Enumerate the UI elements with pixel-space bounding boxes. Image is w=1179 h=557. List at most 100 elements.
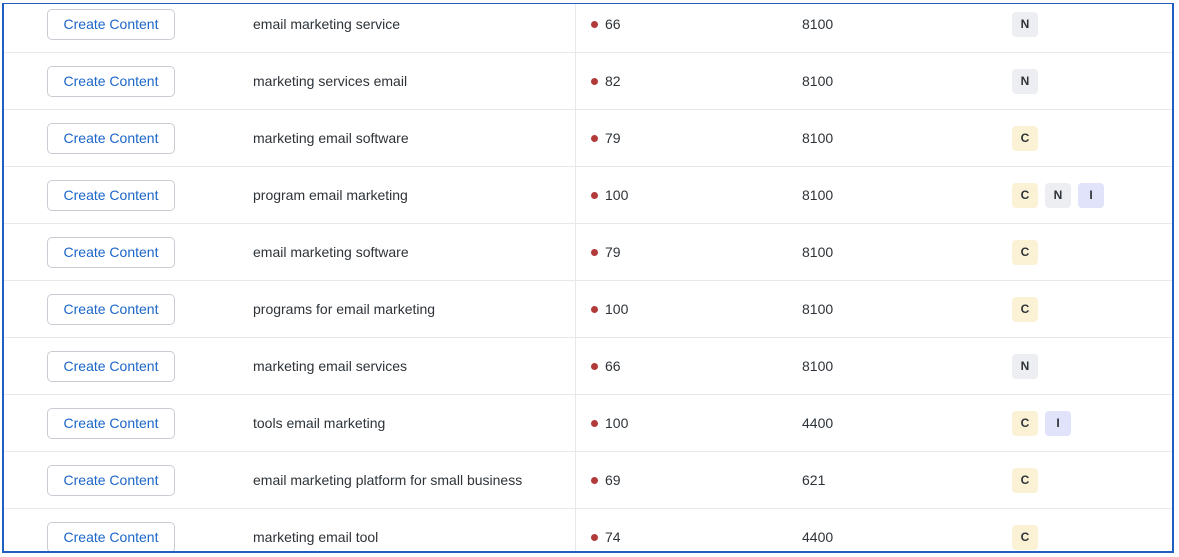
difficulty-dot-icon — [591, 21, 598, 28]
difficulty-dot-icon — [591, 363, 598, 370]
difficulty-dot-icon — [591, 135, 598, 142]
column-divider — [575, 110, 576, 166]
intent-badges: N — [1012, 12, 1038, 37]
create-content-button[interactable]: Create Content — [47, 123, 175, 154]
intent-badge: C — [1012, 525, 1038, 550]
create-content-button[interactable]: Create Content — [47, 408, 175, 439]
search-volume: 8100 — [802, 73, 834, 89]
intent-badges: C — [1012, 240, 1038, 265]
difficulty-value: 79 — [605, 130, 621, 146]
difficulty-value: 66 — [605, 358, 621, 374]
intent-badges: C — [1012, 126, 1038, 151]
keyword-difficulty: 79 — [591, 110, 621, 167]
search-volume: 4400 — [802, 415, 834, 431]
difficulty-value: 79 — [605, 244, 621, 260]
keyword-text: programs for email marketing — [253, 301, 436, 317]
column-divider — [575, 167, 576, 223]
table-row: Create Content marketing email tool 74 4400… — [4, 509, 1172, 551]
table-row: Create Content marketing email services 66… — [4, 338, 1172, 395]
intent-badge: N — [1012, 69, 1038, 94]
create-content-button[interactable]: Create Content — [47, 294, 175, 325]
search-volume: 8100 — [802, 16, 834, 32]
keyword-text: tools email marketing — [253, 415, 386, 431]
difficulty-dot-icon — [591, 534, 598, 541]
intent-badge: N — [1012, 354, 1038, 379]
column-divider — [575, 509, 576, 551]
table-row: Create Content program email marketing 100… — [4, 167, 1172, 224]
intent-badge: C — [1012, 183, 1038, 208]
search-volume: 621 — [802, 472, 826, 488]
search-volume: 8100 — [802, 358, 834, 374]
difficulty-dot-icon — [591, 78, 598, 85]
keyword-difficulty: 66 — [591, 4, 621, 53]
intent-badge: I — [1045, 411, 1071, 436]
intent-badges: C — [1012, 468, 1038, 493]
table-row: Create Content email marketing software 79… — [4, 224, 1172, 281]
search-volume: 4400 — [802, 529, 834, 545]
table-row: Create Content email marketing platform f… — [4, 452, 1172, 509]
table-row: Create Content email marketing service 66 8… — [4, 4, 1172, 53]
create-content-button[interactable]: Create Content — [47, 351, 175, 382]
difficulty-value: 82 — [605, 73, 621, 89]
intent-badge: C — [1012, 297, 1038, 322]
create-content-button[interactable]: Create Content — [47, 180, 175, 211]
intent-badges: C — [1012, 525, 1038, 550]
intent-badges: CNI — [1012, 183, 1104, 208]
keyword-difficulty: 74 — [591, 509, 621, 551]
difficulty-dot-icon — [591, 306, 598, 313]
search-volume: 8100 — [802, 130, 834, 146]
intent-badge: C — [1012, 411, 1038, 436]
column-divider — [575, 395, 576, 451]
keyword-difficulty: 100 — [591, 395, 628, 452]
search-volume: 8100 — [802, 301, 834, 317]
keyword-text: marketing services email — [253, 73, 408, 89]
keyword-difficulty: 100 — [591, 281, 628, 338]
create-content-button[interactable]: Create Content — [47, 66, 175, 97]
intent-badge: N — [1012, 12, 1038, 37]
difficulty-dot-icon — [591, 420, 598, 427]
create-content-button[interactable]: Create Content — [47, 9, 175, 40]
keyword-text: program email marketing — [253, 187, 408, 203]
keyword-text: marketing email tool — [253, 529, 379, 545]
keyword-table-frame: Create Content email marketing service 66 8… — [2, 3, 1174, 553]
search-volume: 8100 — [802, 244, 834, 260]
column-divider — [575, 53, 576, 109]
intent-badge: N — [1045, 183, 1071, 208]
search-volume: 8100 — [802, 187, 834, 203]
column-divider — [575, 338, 576, 394]
create-content-button[interactable]: Create Content — [47, 465, 175, 496]
keyword-text: marketing email services — [253, 358, 408, 374]
keyword-text: email marketing platform for small busin… — [253, 472, 523, 488]
intent-badges: CI — [1012, 411, 1071, 436]
intent-badge: C — [1012, 468, 1038, 493]
column-divider — [575, 452, 576, 508]
keyword-difficulty: 100 — [591, 167, 628, 224]
difficulty-value: 100 — [605, 187, 629, 203]
create-content-button[interactable]: Create Content — [47, 237, 175, 268]
difficulty-value: 66 — [605, 16, 621, 32]
intent-badges: N — [1012, 69, 1038, 94]
column-divider — [575, 4, 576, 52]
intent-badge: I — [1078, 183, 1104, 208]
column-divider — [575, 281, 576, 337]
table-row: Create Content marketing services email 82… — [4, 53, 1172, 110]
difficulty-value: 100 — [605, 415, 629, 431]
keyword-text: marketing email software — [253, 130, 409, 146]
intent-badges: N — [1012, 354, 1038, 379]
difficulty-dot-icon — [591, 477, 598, 484]
create-content-button[interactable]: Create Content — [47, 522, 175, 551]
table-row: Create Content marketing email software 79… — [4, 110, 1172, 167]
difficulty-value: 74 — [605, 529, 621, 545]
keyword-text: email marketing service — [253, 16, 401, 32]
keyword-difficulty: 79 — [591, 224, 621, 281]
table-row: Create Content programs for email marketi… — [4, 281, 1172, 338]
intent-badge: C — [1012, 126, 1038, 151]
difficulty-dot-icon — [591, 192, 598, 199]
difficulty-value: 69 — [605, 472, 621, 488]
keyword-text: email marketing software — [253, 244, 409, 260]
intent-badges: C — [1012, 297, 1038, 322]
difficulty-value: 100 — [605, 301, 629, 317]
keyword-difficulty: 69 — [591, 452, 621, 509]
keyword-table: Create Content email marketing service 66 8… — [4, 4, 1172, 551]
difficulty-dot-icon — [591, 249, 598, 256]
